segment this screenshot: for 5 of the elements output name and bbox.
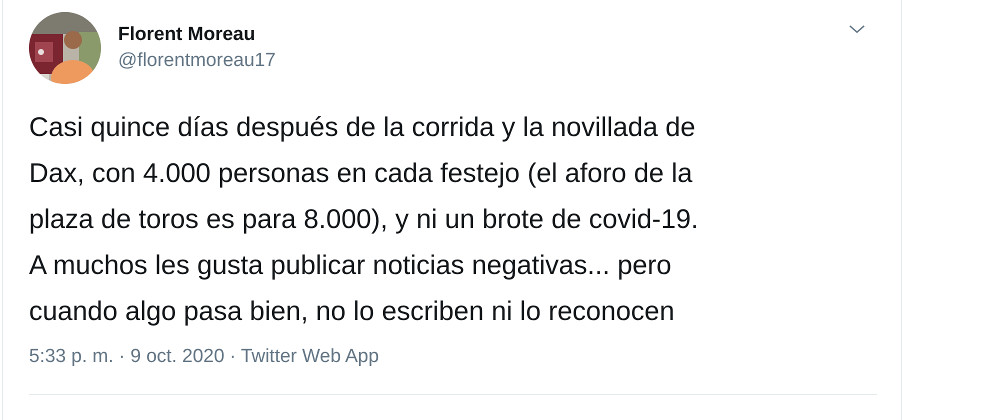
tweet-timestamp[interactable]: 5:33 p. m. · 9 oct. 2020 · Twitter Web App (29, 346, 875, 368)
caret-icon[interactable] (849, 25, 865, 34)
author-handle[interactable]: @florentmoreau17 (118, 48, 849, 74)
tweet-text: Casi quince días después de la corrida y la novillada de Dax, con 4.000 personas en cada festejo (el aforo de la plaza de toros es para 8.000), y ni un brote de covid-19. A muchos les gusta publicar noticias negativas... pero cuando algo pasa bien, no lo escriben ni lo reconocen (29, 111, 700, 328)
author-name[interactable]: Florent Moreau (118, 22, 849, 48)
